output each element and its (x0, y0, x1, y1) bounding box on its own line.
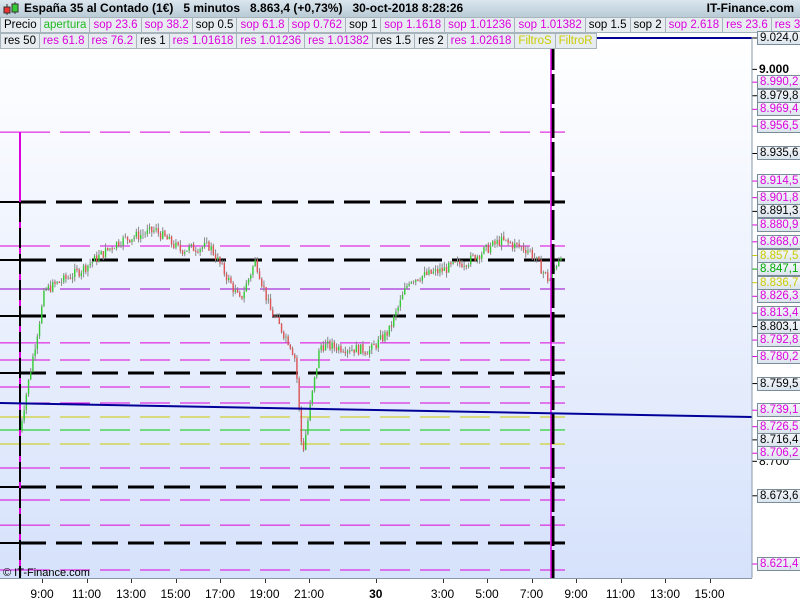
legend-item[interactable]: res 1.01236 (236, 33, 306, 49)
time-tick (620, 579, 622, 583)
time-tick (531, 579, 533, 583)
price-label: 8.813,4 (757, 306, 800, 321)
legend-item[interactable]: res 1.02618 (446, 33, 516, 49)
price-label: 8.780,2 (757, 349, 800, 364)
time-label: 21:00 (293, 587, 325, 601)
price-label: 8.868,0 (757, 234, 800, 249)
price-label: 8.990,2 (757, 75, 800, 90)
price-label: 8.726,5 (757, 419, 800, 434)
time-tick (487, 579, 488, 583)
legend-item[interactable]: res 1 (136, 33, 170, 49)
legend-item[interactable]: FiltroS (514, 33, 556, 49)
candlestick-logo-icon (3, 2, 19, 15)
legend-item[interactable]: res 50 (0, 33, 40, 49)
price-label: 8.847,1 (757, 262, 800, 277)
time-label: 30 (369, 587, 383, 601)
price-label: 8.901,8 (757, 190, 800, 205)
legend-item[interactable]: sop 1.01236 (444, 17, 516, 33)
time-label: 11:00 (605, 587, 636, 601)
time-label: 9:00 (564, 587, 588, 601)
legend-item[interactable]: sop 1.01382 (514, 17, 586, 33)
price-label: 8.979,8 (757, 88, 800, 103)
legend-item[interactable]: sop 1.5 (584, 17, 631, 33)
legend-item[interactable]: sop 38.2 (140, 17, 193, 33)
price-label: 8.857,5 (757, 248, 800, 263)
price-label: 8.621,4 (757, 556, 800, 571)
price-label: 8.956,5 (757, 119, 800, 134)
legend-item[interactable]: FiltroR (554, 33, 597, 49)
time-tick (86, 579, 88, 583)
time-label: 13:00 (649, 587, 681, 601)
time-label: 3:00 (430, 587, 455, 601)
legend-item[interactable]: Precio (0, 17, 41, 33)
legend-item[interactable]: sop 2.618 (664, 17, 724, 33)
price-label: 8.673,6 (757, 488, 800, 503)
price-chart[interactable] (0, 0, 800, 600)
price-label: 8.759,5 (757, 376, 800, 391)
legend-item[interactable]: sop 1 (345, 17, 382, 33)
legend-item[interactable]: sop 0.5 (191, 17, 238, 33)
time-tick (709, 579, 711, 583)
legend-item[interactable]: sop 0.762 (287, 17, 347, 33)
legend-item[interactable]: res 2 (414, 33, 448, 49)
time-axis: 9:00 11:00 13:00 15:00 17:00 19:00 21:00 30 3:00… (0, 578, 752, 601)
time-label: 15:00 (160, 587, 191, 601)
time-tick (42, 579, 43, 583)
plot-background (0, 37, 752, 578)
time-tick (665, 579, 666, 583)
price-label: 8.716,4 (757, 432, 800, 447)
time-label: 13:00 (115, 587, 147, 601)
time-label: 7:00 (519, 587, 544, 601)
price-label: 8.969,4 (757, 102, 800, 117)
brand-name: IT-Finance.com (706, 1, 794, 15)
price-label: 8.836,7 (757, 275, 800, 290)
price-label: 8.914,5 (757, 174, 800, 189)
legend-item[interactable]: sop 1.1618 (380, 17, 446, 33)
legend-item[interactable]: sop 2 (629, 17, 666, 33)
time-label: 9:00 (30, 587, 54, 601)
chart-title: España 35 al Contado (1€) 5 minutos 8.86… (24, 1, 464, 15)
legend-item[interactable]: res 1.01382 (304, 33, 373, 49)
time-tick (375, 579, 377, 583)
price-label: 8.706,2 (757, 446, 800, 461)
legend-item[interactable]: res 1.5 (371, 33, 416, 49)
time-tick (576, 579, 577, 583)
title-bar: España 35 al Contado (1€) 5 minutos 8.86… (0, 0, 800, 17)
price-label: 8.739,1 (757, 403, 800, 418)
time-label: 17:00 (204, 587, 236, 601)
legend-item[interactable]: sop 23.6 (89, 17, 142, 33)
time-tick (309, 579, 310, 583)
legend-item[interactable]: res 76.2 (87, 33, 138, 49)
legend-row-2: res 50 res 61.8 res 76.2 res 1 res 1.01618 re… (0, 33, 597, 49)
legend-item[interactable]: res 61.8 (38, 33, 89, 49)
time-label: 11:00 (71, 587, 102, 601)
price-label: 9.024,0 (757, 31, 800, 45)
legend-item[interactable]: apertura (39, 17, 91, 33)
price-label: 8.935,6 (757, 146, 800, 161)
price-label: 8.826,3 (757, 289, 800, 304)
time-tick (220, 579, 221, 583)
time-label: 15:00 (694, 587, 725, 601)
price-label: 8.803,1 (757, 319, 800, 334)
price-label: 8.792,8 (757, 333, 800, 348)
time-tick (131, 579, 132, 583)
legend-row-1: Precio apertura sop 23.6 sop 38.2 sop 0.5 sop… (0, 17, 800, 33)
price-label: 8.880,9 (757, 217, 800, 232)
time-tick (175, 579, 177, 583)
time-label: 5:00 (475, 587, 499, 601)
time-label: 19:00 (249, 587, 280, 601)
price-label: 8.891,3 (757, 204, 800, 219)
time-tick (442, 579, 444, 583)
legend-item[interactable]: sop 61.8 (236, 17, 289, 33)
time-tick (264, 579, 266, 583)
legend-item[interactable]: res 1.01618 (168, 33, 238, 49)
